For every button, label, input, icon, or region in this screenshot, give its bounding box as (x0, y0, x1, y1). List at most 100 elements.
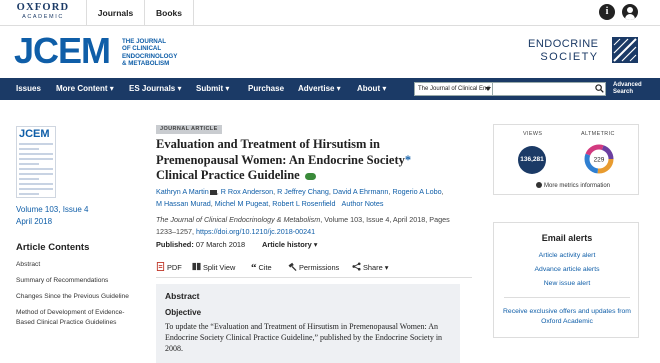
pdf-button[interactable]: PDF (156, 261, 182, 275)
journal-name-line: OF CLINICAL (122, 45, 162, 53)
altmetric-donut-icon[interactable]: 229 (584, 144, 614, 174)
permissions-label: Permissions (299, 263, 340, 272)
citation: The Journal of Clinical Endocrinology & … (156, 214, 466, 237)
advanced-search-link[interactable]: Advanced Search (613, 82, 642, 96)
top-bar: OXFORD ACADEMIC Journals Books i (0, 0, 660, 26)
views-label: VIEWS (523, 131, 543, 137)
search-scope-select[interactable]: The Journal of Clinical End (415, 83, 493, 95)
toolbar-divider (156, 277, 472, 278)
journal-header: JCEM THE JOURNAL OF CLINICAL ENDOCRINOLO… (0, 26, 660, 78)
search-icon[interactable] (595, 84, 604, 93)
nav-es-journals[interactable]: ES Journals ▾ (129, 78, 181, 100)
author-link[interactable]: David A Ehrmann (333, 187, 389, 196)
journals-link[interactable]: Journals (86, 0, 144, 26)
toc-item-abstract[interactable]: Abstract (16, 260, 136, 270)
published-date: 07 March 2018 (195, 240, 246, 249)
advanced-search-line1: Advanced (613, 82, 642, 88)
altmetric-score: 229 (594, 157, 605, 164)
share-icon (352, 262, 361, 271)
share-label: Share ▾ (363, 263, 389, 272)
permissions-button[interactable]: Permissions (288, 261, 339, 275)
title-text: Evaluation and Treatment of Hirsutism in… (156, 137, 405, 167)
views-count-badge: 136,281 (518, 146, 546, 174)
journal-full-name: THE JOURNAL OF CLINICAL ENDOCRINOLOGY & … (122, 38, 177, 68)
nav-more-content[interactable]: More Content ▾ (56, 78, 114, 100)
issue-info: Volume 103, Issue 4 April 2018 (16, 204, 89, 228)
author-link[interactable]: Michel M Pugeat (215, 199, 269, 208)
toc-item-changes[interactable]: Changes Since the Previous Guideline (16, 292, 136, 302)
article-title: Evaluation and Treatment of Hirsutism in… (156, 137, 446, 184)
abstract-section: Abstract Objective To update the “Evalua… (156, 284, 460, 363)
email-alerts-panel: Email alerts Article activity alert Adva… (493, 222, 639, 338)
article-history-dropdown[interactable]: Article history ▾ (262, 240, 317, 249)
free-access-icon (304, 172, 316, 180)
doi-link[interactable]: https://doi.org/10.1210/jc.2018-00241 (196, 227, 315, 236)
chevron-down-icon (485, 87, 491, 91)
article-activity-alert-link[interactable]: Article activity alert (494, 251, 640, 261)
issue-cover-thumbnail[interactable]: JCEM (16, 126, 56, 198)
nav-advertise[interactable]: Advertise ▾ (298, 78, 341, 100)
mail-icon[interactable] (209, 189, 217, 195)
author-notes-link[interactable]: Author Notes (342, 199, 384, 208)
abstract-objective-heading: Objective (165, 308, 202, 317)
abstract-heading: Abstract (165, 291, 200, 301)
toc-item-method[interactable]: Method of Development of Evidence-Based … (16, 308, 136, 328)
society-line2: SOCIETY (540, 51, 599, 63)
main-nav: Issues More Content ▾ ES Journals ▾ Subm… (0, 78, 660, 100)
issue-date: April 2018 (16, 217, 53, 226)
email-alerts-heading: Email alerts (541, 233, 593, 243)
title-tail: Clinical Practice Guideline (156, 168, 300, 182)
society-line1: ENDOCRINE (528, 38, 599, 50)
oxford-offers-link[interactable]: Receive exclusive offers and updates fro… (494, 307, 640, 327)
article-contents-heading: Article Contents (16, 242, 90, 253)
nav-purchase[interactable]: Purchase (248, 78, 284, 100)
quote-icon: “ (251, 262, 257, 274)
article-type-badge: JOURNAL ARTICLE (156, 125, 222, 134)
share-button[interactable]: Share ▾ (352, 261, 389, 275)
pdf-label: PDF (167, 263, 182, 272)
abstract-text: To update the “Evaluation and Treatment … (165, 322, 443, 353)
volume-issue-link[interactable]: Volume 103, Issue 4 (16, 204, 89, 216)
author-link[interactable]: R Rox Anderson (221, 187, 273, 196)
info-dot-icon (536, 182, 542, 188)
author-link[interactable]: Rogerio A Lobo (392, 187, 441, 196)
author-link[interactable]: M Hassan Murad (156, 199, 211, 208)
advance-article-alerts-link[interactable]: Advance article alerts (494, 265, 640, 275)
account-icon[interactable] (622, 4, 638, 20)
published-label: Published: (156, 240, 194, 249)
advanced-search-line2: Search (613, 89, 634, 95)
more-metrics-link[interactable]: More metrics information (536, 182, 610, 189)
altmetric-label: ALTMETRIC (581, 131, 615, 137)
brand-line1: OXFORD (16, 2, 70, 13)
split-view-icon (192, 262, 201, 271)
journal-abbrev-logo[interactable]: JCEM (14, 31, 111, 71)
info-icon[interactable]: i (599, 4, 615, 20)
nav-about[interactable]: About ▾ (357, 78, 386, 100)
journal-name-line: THE JOURNAL (122, 38, 167, 45)
books-link[interactable]: Books (144, 0, 194, 26)
article-contents-list: Abstract Summary of Recommendations Chan… (16, 260, 136, 334)
title-footnote-link[interactable]: * (405, 153, 411, 167)
oxford-academic-logo[interactable]: OXFORD ACADEMIC (10, 2, 76, 20)
endocrine-society-mark-icon (612, 37, 638, 63)
new-issue-alert-link[interactable]: New issue alert (494, 279, 640, 289)
journal-name-line: ENDOCRINOLOGY (122, 52, 178, 60)
more-metrics-label: More metrics information (544, 183, 611, 189)
split-view-button[interactable]: Split View (192, 261, 235, 275)
author-link[interactable]: R Jeffrey Chang (277, 187, 329, 196)
nav-submit[interactable]: Submit ▾ (196, 78, 229, 100)
nav-issues[interactable]: Issues (16, 78, 41, 100)
journal-name-line: & METABOLISM (122, 60, 170, 68)
gavel-icon (288, 262, 297, 271)
endocrine-society-logo-text[interactable]: ENDOCRINE SOCIETY (528, 39, 599, 63)
cite-label: Cite (258, 263, 272, 272)
toc-item-summary[interactable]: Summary of Recommendations (16, 276, 136, 286)
search-input[interactable] (495, 83, 591, 95)
published-info: Published: 07 March 2018 (156, 240, 245, 249)
author-link[interactable]: Kathryn A Martin (156, 187, 209, 196)
search-box: The Journal of Clinical End (414, 82, 606, 96)
author-link[interactable]: Robert L Rosenfield (272, 199, 335, 208)
brand-line2: ACADEMIC (22, 13, 64, 20)
cite-button[interactable]: “Cite (251, 261, 272, 275)
split-view-label: Split View (203, 263, 236, 272)
